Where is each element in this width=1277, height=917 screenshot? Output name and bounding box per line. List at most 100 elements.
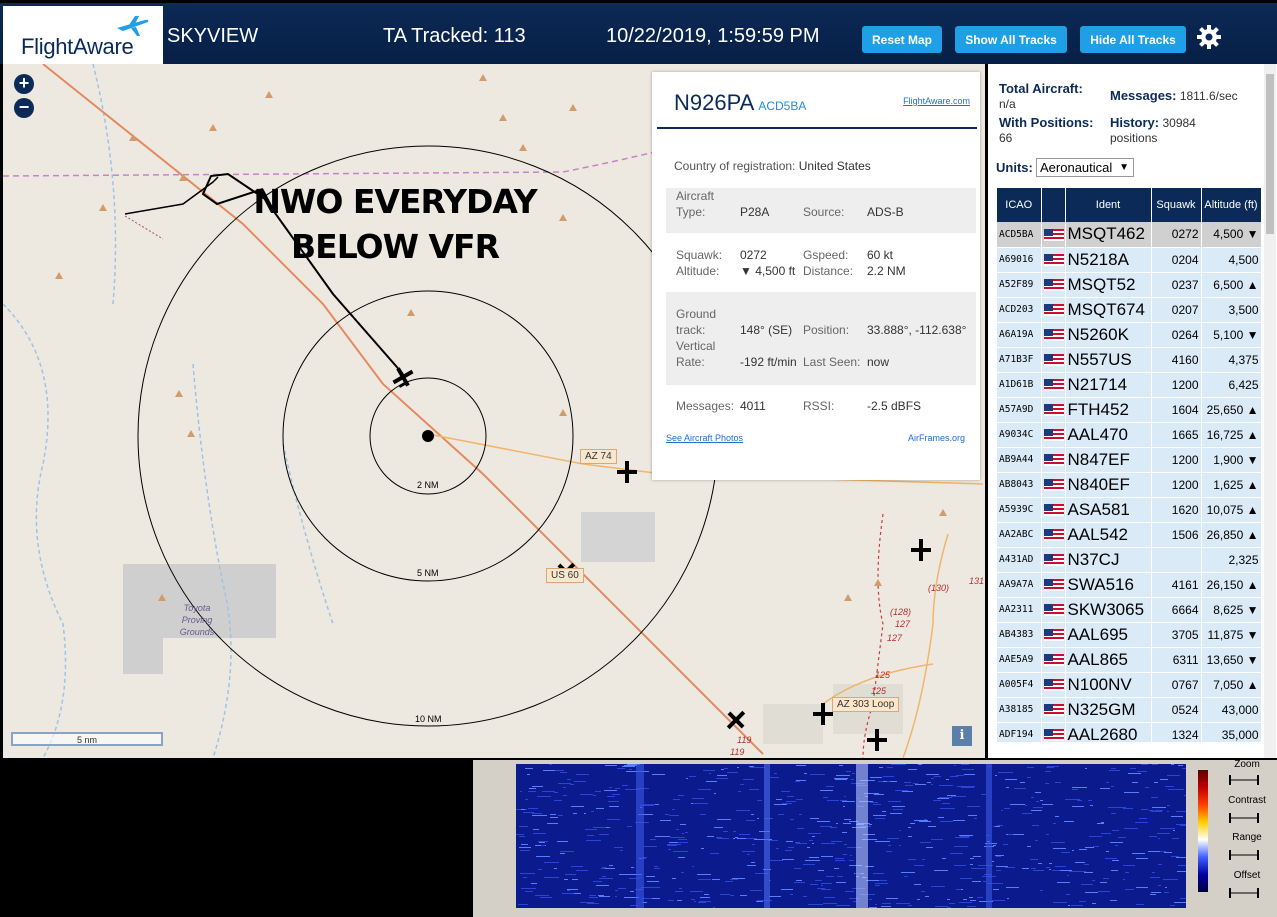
aircraft-detail-panel: N926PA ACD5BA FlightAware.com Country of … (652, 72, 980, 480)
table-row[interactable]: A5939C ASA581 1620 10,075 ▲ (997, 497, 1261, 523)
row-icao: A57A9D (997, 397, 1042, 423)
road-label-az303: AZ 303 Loop (832, 697, 900, 712)
table-row[interactable]: A57A9D FTH452 1604 25,650 ▲ (997, 397, 1261, 423)
row-altitude: 3,500 (1201, 297, 1261, 323)
lastseen-value: now (867, 355, 890, 369)
zoom-in-button[interactable]: + (14, 74, 34, 94)
total-aircraft-value: n/a (999, 97, 1016, 111)
messages-label: Messages: (676, 399, 735, 413)
hide-all-tracks-button[interactable]: Hide All Tracks (1080, 26, 1186, 53)
col-header-flag[interactable] (1041, 188, 1066, 222)
table-row[interactable]: A431AD N37CJ 2,325 (997, 547, 1261, 573)
col-header-ident[interactable]: Ident (1065, 188, 1152, 222)
table-row[interactable]: A005F4 N100NV 0767 7,050 ▲ (997, 672, 1261, 698)
spectrum-waterfall (516, 764, 1186, 908)
panel-scrollbar-thumb[interactable] (1266, 74, 1274, 234)
table-row[interactable]: ACD5BA MSQT462 0272 4,500 ▼ (997, 222, 1261, 248)
table-row[interactable]: A9034C AAL470 1665 16,725 ▲ (997, 422, 1261, 448)
row-flag (1041, 522, 1066, 548)
offset-slider[interactable] (1229, 888, 1259, 898)
table-row[interactable]: A38185 N325GM 0524 43,000 (997, 697, 1261, 723)
row-altitude: 6,500 ▲ (1201, 272, 1261, 298)
row-icao: A69016 (997, 247, 1042, 273)
row-altitude: 5,100 ▼ (1201, 322, 1261, 348)
col-header-icao[interactable]: ICAO (997, 188, 1042, 222)
ta-tracked-count: TA Tracked: 113 (383, 25, 526, 47)
table-row[interactable]: A1D61B N21714 1200 6,425 (997, 372, 1261, 398)
us-flag-icon (1043, 279, 1064, 292)
aircraft-selected (392, 367, 414, 388)
row-squawk: 4160 (1151, 347, 1202, 373)
row-icao: AA2311 (997, 597, 1042, 623)
row-flag (1041, 372, 1066, 398)
chevron-down-icon: ▼ (1119, 162, 1129, 173)
row-altitude: 1,625 ▲ (1201, 472, 1261, 498)
receiver-location (422, 430, 434, 442)
col-header-squawk[interactable]: Squawk (1151, 188, 1202, 222)
row-altitude: 11,875 ▼ (1201, 622, 1261, 648)
row-squawk: 0264 (1151, 322, 1202, 348)
type-value: P28A (740, 205, 770, 219)
contrast-slider[interactable] (1229, 813, 1259, 823)
table-row[interactable]: AB9A44 N847EF 1200 1,900 ▼ (997, 447, 1261, 473)
table-row[interactable]: AA2ABC AAL542 1506 26,850 ▲ (997, 522, 1261, 548)
us-flag-icon (1043, 654, 1064, 667)
row-flag (1041, 572, 1066, 598)
reset-map-button[interactable]: Reset Map (862, 26, 942, 53)
table-row[interactable]: A6A19A N5260K 0264 5,100 ▼ (997, 322, 1261, 348)
table-row[interactable]: ADF194 AAL2680 1324 35,000 (997, 722, 1261, 742)
zoom-out-button[interactable]: − (14, 98, 34, 118)
us-flag-icon (1043, 529, 1064, 542)
us-flag-icon (1043, 704, 1064, 717)
col-header-altitude[interactable]: Altitude (ft) (1201, 188, 1261, 222)
see-photos-link[interactable]: See Aircraft Photos (666, 433, 743, 443)
panel-scrollbar[interactable] (1264, 64, 1276, 758)
row-ident: N840EF (1065, 472, 1152, 498)
detail-country: Country of registration: United States (674, 159, 871, 173)
range-slider[interactable] (1229, 850, 1259, 860)
table-row[interactable]: AB4383 AAL695 3705 11,875 ▼ (997, 622, 1261, 648)
table-row[interactable]: A69016 N5218A 0204 4,500 (997, 247, 1261, 273)
row-ident: AAL865 (1065, 647, 1152, 673)
flightaware-logo[interactable]: FlightAware (3, 6, 163, 66)
table-row[interactable]: AA9A7A SWA516 4161 26,150 ▲ (997, 572, 1261, 598)
messages-stat: Messages: 1811.6/sec (1110, 88, 1238, 104)
row-flag (1041, 297, 1066, 323)
table-row[interactable]: AB8043 N840EF 1200 1,625 ▲ (997, 472, 1261, 498)
units-select[interactable]: Aeronautical ▼ (1036, 158, 1134, 177)
place-label-line3: Grounds (179, 627, 215, 637)
road-label-125b: 125 (871, 686, 887, 696)
row-icao: ACD203 (997, 297, 1042, 323)
positions-label: With Positions: (999, 115, 1094, 130)
row-squawk: 1604 (1151, 397, 1202, 423)
row-squawk: 3705 (1151, 622, 1202, 648)
aircraft-table-wrap[interactable]: ICAO Ident Squawk Altitude (ft) ACD5BA MS… (997, 188, 1261, 742)
contrast-label: Contrast (1228, 795, 1266, 806)
position-value: 33.888°, -112.638° (867, 323, 967, 337)
table-row[interactable]: AAE5A9 AAL865 6311 13,650 ▼ (997, 647, 1261, 673)
us-flag-icon (1043, 629, 1064, 642)
row-flag (1041, 222, 1066, 248)
row-icao: AA2ABC (997, 522, 1042, 548)
table-row[interactable]: ACD203 MSQT674 0207 3,500 (997, 297, 1261, 323)
detail-divider (657, 127, 977, 129)
road-label-125a: 125 (875, 670, 891, 680)
show-all-tracks-button[interactable]: Show All Tracks (955, 26, 1067, 53)
table-row[interactable]: A52F89 MSQT52 0237 6,500 ▲ (997, 272, 1261, 298)
row-icao: AB8043 (997, 472, 1042, 498)
us-flag-icon (1043, 729, 1064, 742)
airframes-link[interactable]: AirFrames.org (908, 433, 965, 443)
flightaware-link[interactable]: FlightAware.com (903, 96, 970, 106)
row-icao: A5939C (997, 497, 1042, 523)
gear-icon[interactable] (1196, 24, 1222, 50)
zoom-slider[interactable] (1229, 775, 1259, 785)
vrate-label: Vertical Rate: (676, 339, 716, 369)
map-info-button[interactable]: i (952, 726, 972, 746)
row-flag (1041, 547, 1066, 573)
table-row[interactable]: AA2311 SKW3065 6664 8,625 ▼ (997, 597, 1261, 623)
source-value: ADS-B (867, 205, 904, 219)
row-squawk: 1324 (1151, 722, 1202, 742)
history-stat: History: 30984 positions (1110, 115, 1220, 146)
row-icao: ADF194 (997, 722, 1042, 742)
table-row[interactable]: A71B3F N557US 4160 4,375 (997, 347, 1261, 373)
